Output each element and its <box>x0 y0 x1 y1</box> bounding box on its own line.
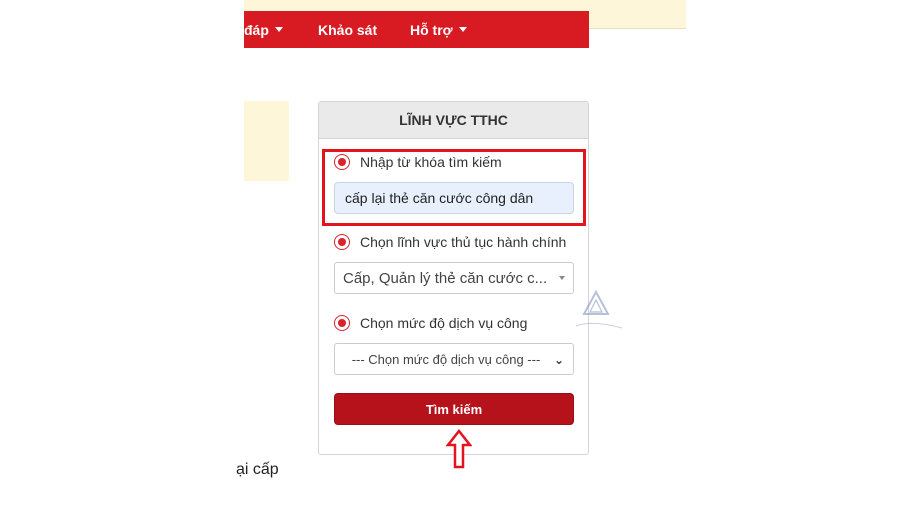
nav-item-ho-tro[interactable]: Hỗ trợ <box>410 22 467 38</box>
radio-field[interactable] <box>334 234 350 250</box>
option-level-label: Chọn mức độ dịch vụ công <box>360 315 528 331</box>
nav-item-label: đáp <box>244 21 269 38</box>
radio-level[interactable] <box>334 315 350 331</box>
nav-item-label: Khảo sát <box>318 21 378 38</box>
highlight-box <box>322 149 586 226</box>
caret-down-icon <box>458 27 467 32</box>
field-select-value: Cấp, Quản lý thẻ căn cước c... <box>343 269 548 287</box>
caret-down-icon <box>274 27 283 32</box>
level-select-value: --- Chọn mức độ dịch vụ công --- <box>351 351 541 367</box>
field-select[interactable]: Cấp, Quản lý thẻ căn cước c... <box>334 262 574 294</box>
banner-divider <box>589 28 686 29</box>
panel-title: LĨNH VỰC TTHC <box>319 102 588 139</box>
main-navbar: đáp Khảo sát Hỗ trợ <box>244 11 589 48</box>
nav-item-hoi-dap[interactable]: đáp <box>244 22 283 38</box>
arrow-up-icon <box>446 429 472 469</box>
option-level: Chọn mức độ dịch vụ công <box>334 315 527 331</box>
search-button[interactable]: Tìm kiếm <box>334 393 574 425</box>
caret-down-icon <box>559 276 565 280</box>
nav-item-khao-sat[interactable]: Khảo sát <box>318 22 377 38</box>
chevron-down-icon: ⌄ <box>553 353 564 367</box>
nav-item-label: Hỗ trợ <box>410 21 453 38</box>
background-text: ại cấp <box>236 461 279 478</box>
level-select[interactable]: --- Chọn mức độ dịch vụ công --- ⌄ <box>334 343 574 375</box>
option-field: Chọn lĩnh vực thủ tục hành chính <box>334 234 566 250</box>
watermark-logo <box>575 290 623 329</box>
option-field-label: Chọn lĩnh vực thủ tục hành chính <box>360 234 567 250</box>
content-band <box>244 101 289 181</box>
radio-dot <box>338 238 346 246</box>
radio-dot <box>338 319 346 327</box>
